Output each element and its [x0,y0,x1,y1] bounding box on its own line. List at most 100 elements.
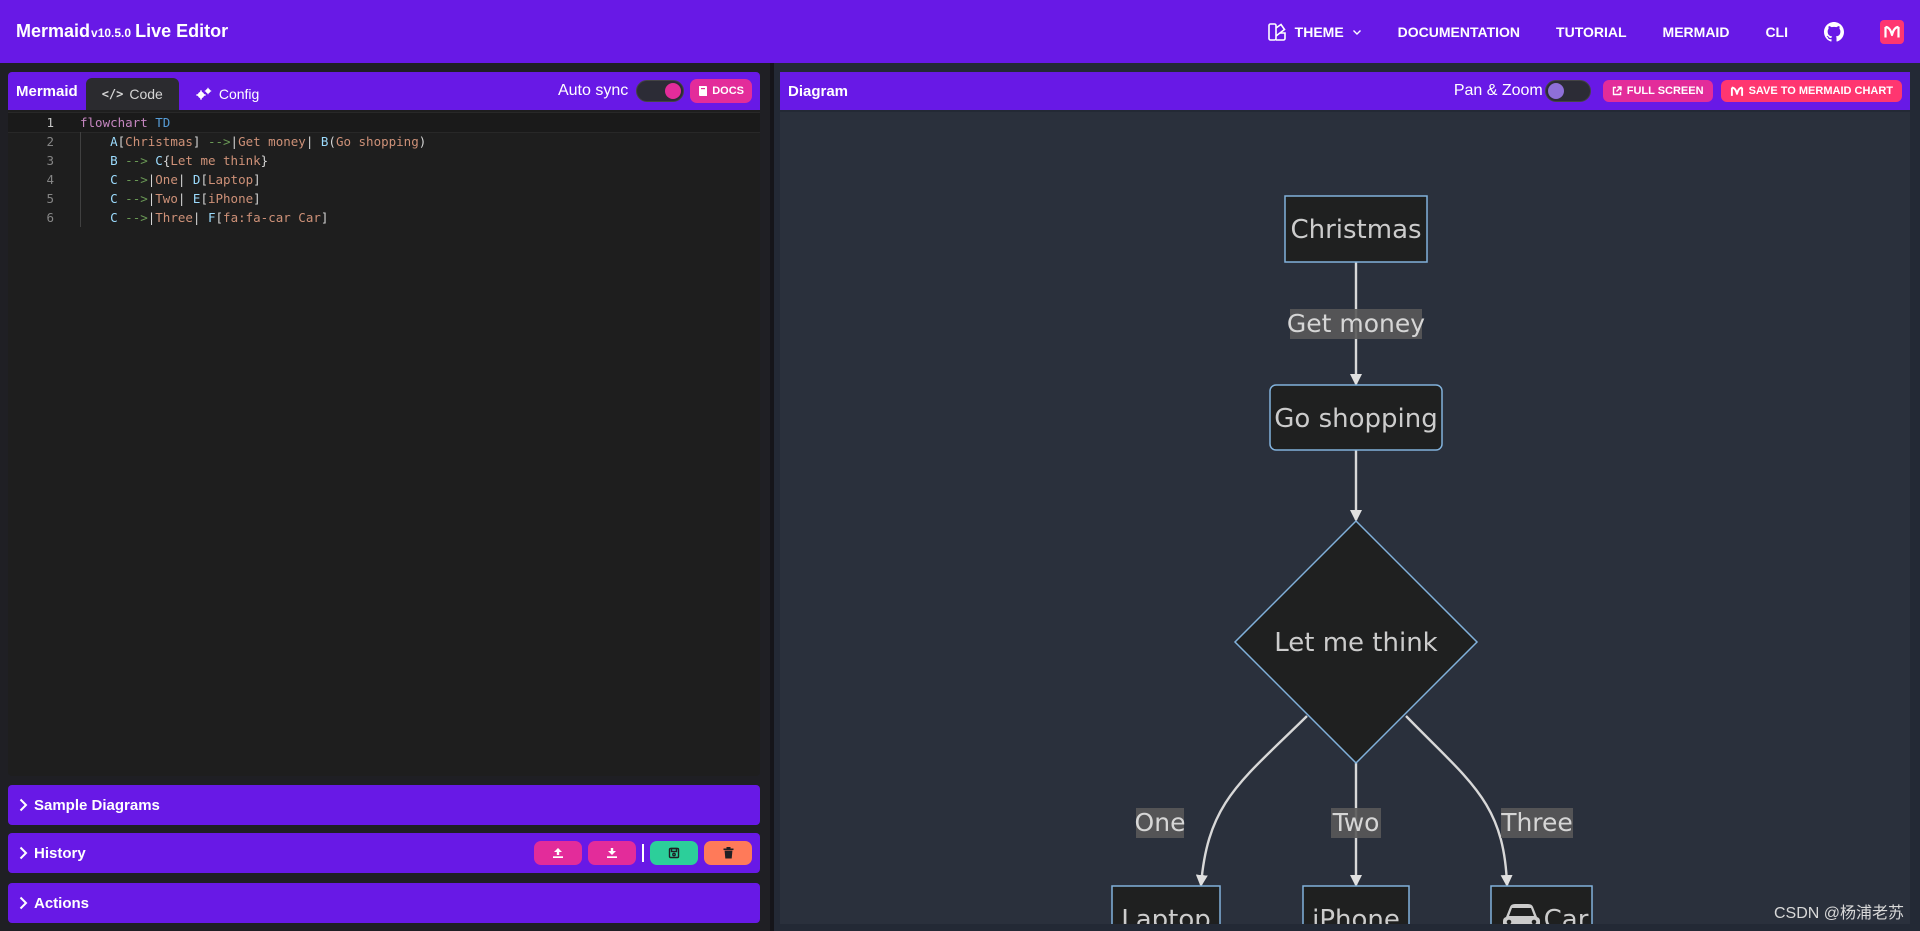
node-christmas[interactable]: Christmas [1284,195,1428,263]
chevron-right-icon [19,896,28,910]
edge-label-text: Two [1332,808,1380,837]
code-line[interactable]: 6 C -->|Three| F[fa:fa-car Car] [8,208,760,227]
code-line[interactable]: 4 C -->|One| D[Laptop] [8,170,760,189]
auto-sync-label: Auto sync [557,82,629,99]
line-number: 1 [46,115,54,130]
auto-sync-knob [665,83,682,99]
diagram-header-controls: Pan & Zoom FULL SCREEN SAVE TO MERMAID C… [1454,72,1902,110]
code-icon: </> [101,87,124,101]
line-number: 6 [46,210,54,225]
edge-label-get-money: Get money [1287,309,1425,339]
tab-code-label: Code [129,86,163,102]
node-label: Go shopping [1274,404,1437,434]
edge-c-d [1195,715,1308,887]
code-line-text: A[Christmas] -->|Get money| B(Go shoppin… [110,134,427,149]
save-icon [668,847,680,859]
diagram-title: Diagram [788,82,849,100]
history-buttons [534,841,752,865]
docs-label: DOCS [712,85,744,97]
code-line-text: B --> C{Let me think} [110,153,269,168]
pan-zoom-toggle[interactable] [1544,80,1591,102]
edge-label-text: Get money [1287,309,1425,338]
brand-version: v10.5.0 [91,26,132,40]
nav-cli-link[interactable]: CLI [1765,24,1788,40]
download-history-button[interactable] [588,841,636,865]
divider [642,844,644,862]
nav-tutorial-link[interactable]: TUTORIAL [1556,24,1627,40]
docs-button[interactable]: DOCS [690,79,752,103]
code-line[interactable]: 2 A[Christmas] -->|Get money| B(Go shopp… [8,132,760,151]
code-line[interactable]: 3 B --> C{Let me think} [8,151,760,170]
chevron-right-icon [19,846,28,860]
node-laptop[interactable]: Laptop [1111,885,1221,931]
editor-card: Mermaid </> Code Config Auto sync DOCS 1… [8,72,760,776]
pan-zoom-knob [1547,83,1564,99]
edge-c-f [1405,715,1513,887]
external-link-icon [1612,86,1622,96]
editor-header: Mermaid </> Code Config Auto sync DOCS [8,72,760,110]
mermaid-chart-icon [1730,86,1743,96]
editor-header-controls: Auto sync DOCS [558,72,752,110]
node-let-me-think[interactable]: Let me think [1233,519,1479,765]
node-go-shopping[interactable]: Go shopping [1269,384,1443,451]
brand-name: Mermaid [16,21,91,41]
watermark-text: CSDN @杨浦老苏 [1773,905,1904,922]
edge-label-text: One [1135,808,1186,837]
github-icon[interactable] [1824,21,1844,42]
clear-history-button[interactable] [704,841,752,865]
node-label: Laptop [1121,905,1211,924]
book-icon [699,86,708,96]
code-line[interactable]: 1 flowchart TD [8,112,760,133]
save-history-button[interactable] [650,841,698,865]
save-to-mermaid-chart-button[interactable]: SAVE TO MERMAID CHART [1720,80,1902,102]
upload-icon [553,848,563,858]
code-line-text: C -->|Three| F[fa:fa-car Car] [110,210,329,225]
line-number: 5 [46,191,54,206]
code-line[interactable]: 5 C -->|Two| E[iPhone] [8,189,760,208]
tab-code[interactable]: </> Code [85,78,179,110]
history-accordion[interactable]: History [8,833,760,873]
save-to-mermaid-chart-label: SAVE TO MERMAID CHART [1748,85,1893,97]
gears-icon [196,87,212,100]
app-brand[interactable]: Mermaid v10.5.0 Live Editor [16,21,228,42]
code-line-text: C -->|Two| E[iPhone] [110,191,261,206]
flowchart-svg: Get money One Two Three Christmas Go sho… [1111,195,1593,931]
mermaid-chart-icon[interactable] [1880,19,1904,44]
node-label: Let me think [1274,628,1438,658]
actions-accordion[interactable]: Actions [8,883,760,923]
edge-label-one: One [1135,808,1186,838]
full-screen-label: FULL SCREEN [1626,85,1704,97]
node-label: Car [1544,905,1589,924]
line-number: 4 [46,172,54,187]
actions-label: Actions [34,894,90,912]
line-number: 2 [46,134,54,149]
node-iphone[interactable]: iPhone [1302,885,1410,931]
node-car[interactable]: Car [1490,885,1593,931]
nav-mermaid-link[interactable]: MERMAID [1663,24,1730,40]
nav-links: THEME DOCUMENTATION TUTORIAL MERMAID CLI [1267,0,1904,63]
node-label: iPhone [1312,905,1400,924]
sample-diagrams-label: Sample Diagrams [34,796,160,814]
diagram-panel: Diagram Pan & Zoom FULL SCREEN SAVE TO M… [774,63,1920,931]
trash-icon [723,847,733,859]
diagram-header: Diagram Pan & Zoom FULL SCREEN SAVE TO M… [780,72,1910,110]
node-label: Christmas [1290,215,1421,245]
chevron-down-icon [1352,29,1361,35]
edge-label-three: Three [1500,808,1573,838]
nav-documentation-link[interactable]: DOCUMENTATION [1398,24,1520,40]
chevron-right-icon [19,798,28,812]
theme-label: THEME [1294,23,1344,40]
tab-config[interactable]: Config [179,78,275,110]
left-panel: Mermaid </> Code Config Auto sync DOCS 1… [0,63,770,931]
sample-diagrams-accordion[interactable]: Sample Diagrams [8,785,760,825]
history-label: History [34,844,86,862]
auto-sync-toggle[interactable] [636,80,685,102]
pan-zoom-label: Pan & Zoom [1453,82,1543,99]
code-editor[interactable]: 1 flowchart TD 2 A[Christmas] -->|Get mo… [8,110,760,227]
download-icon [607,848,617,858]
full-screen-button[interactable]: FULL SCREEN [1602,80,1713,102]
diagram-canvas[interactable]: Get money One Two Three Christmas Go sho… [780,112,1910,931]
upload-history-button[interactable] [534,841,582,865]
theme-menu-button[interactable]: THEME [1267,22,1362,42]
edge-label-text: Three [1500,808,1573,837]
